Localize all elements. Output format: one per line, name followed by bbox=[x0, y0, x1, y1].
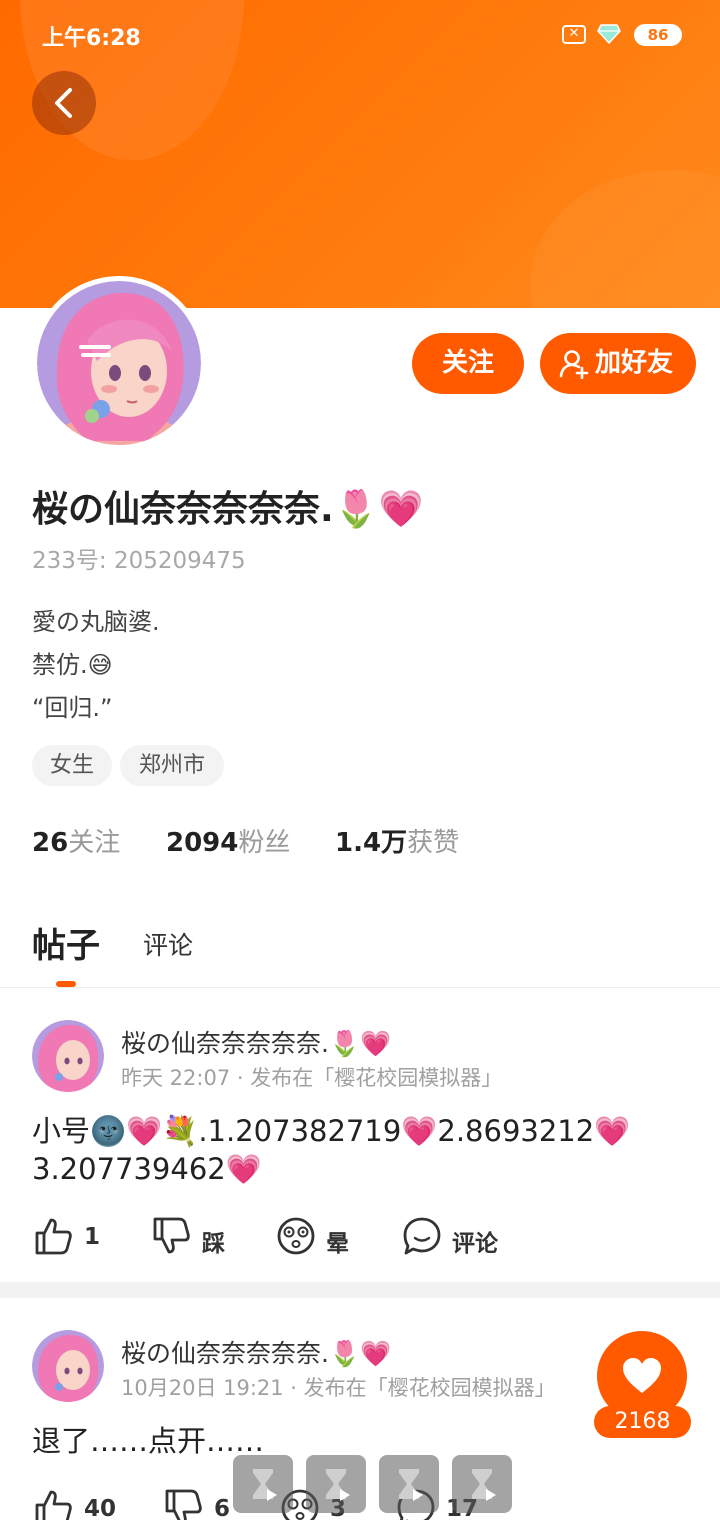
floating-like-count: 2168 bbox=[594, 1406, 691, 1438]
sim-x-icon: ✕ bbox=[562, 25, 586, 44]
comment-bubble-icon bbox=[403, 1217, 441, 1255]
profile-uid: 233号: 205209475 bbox=[32, 548, 246, 574]
post-meta: 昨天 22:07 · 发布在「樱花校园模拟器」 bbox=[121, 1066, 503, 1090]
thumb-up-icon bbox=[35, 1218, 72, 1255]
likes-count: 1.4万 bbox=[335, 828, 408, 858]
comment-label: 评论 bbox=[452, 1231, 498, 1257]
post-text-line: 退了……点开…… bbox=[32, 1424, 265, 1458]
add-friend-button[interactable]: 加好友 bbox=[540, 333, 696, 394]
hourglass-play-icon bbox=[253, 1469, 277, 1501]
profile-username: 桜の仙奈奈奈奈奈.🌷💗 bbox=[32, 489, 424, 530]
post-content: 退了……点开…… bbox=[32, 1422, 264, 1460]
dislike-label: 踩 bbox=[202, 1231, 225, 1257]
dislike-button[interactable]: 踩 bbox=[152, 1216, 232, 1262]
like-count: 1 bbox=[84, 1224, 101, 1250]
post-text-line: 小号🌚💗💐.1.207382719💗2.8693212💗 bbox=[32, 1114, 631, 1148]
post-author-avatar[interactable] bbox=[32, 1020, 104, 1092]
banner-decoration bbox=[530, 170, 720, 308]
chevron-left-icon bbox=[55, 88, 72, 118]
overlay-media-button[interactable] bbox=[452, 1455, 512, 1513]
post-author-avatar[interactable] bbox=[32, 1330, 104, 1402]
thumb-down-icon bbox=[165, 1489, 202, 1520]
following-count: 26 bbox=[32, 828, 69, 858]
follow-button[interactable]: 关注 bbox=[412, 333, 524, 394]
dizzy-button[interactable]: 晕 bbox=[276, 1216, 356, 1262]
bio-line: 愛の丸脑婆. bbox=[32, 608, 160, 636]
following-label: 关注 bbox=[68, 828, 121, 858]
comment-button[interactable]: 评论 bbox=[402, 1216, 512, 1262]
add-user-icon bbox=[559, 350, 589, 379]
avatar-illustration bbox=[37, 281, 201, 445]
hourglass-play-icon bbox=[399, 1469, 423, 1501]
post-content: 小号🌚💗💐.1.207382719💗2.8693212💗 3.207739462… bbox=[32, 1112, 630, 1188]
dislike-button[interactable]: 6 bbox=[164, 1488, 244, 1520]
status-time: 上午6:28 bbox=[42, 26, 141, 51]
profile-avatar[interactable] bbox=[32, 276, 206, 450]
post-text-line: 3.207739462💗 bbox=[32, 1152, 262, 1186]
avatar-illustration bbox=[32, 1020, 104, 1092]
post-author-name[interactable]: 桜の仙奈奈奈奈奈.🌷💗 bbox=[121, 1024, 391, 1060]
back-button[interactable] bbox=[32, 71, 96, 135]
tab-comments[interactable]: 评论 bbox=[143, 926, 193, 962]
overlay-media-button[interactable] bbox=[306, 1455, 366, 1513]
followers-count: 2094 bbox=[166, 828, 239, 858]
overlay-media-button[interactable] bbox=[233, 1455, 293, 1513]
avatar-illustration bbox=[32, 1330, 104, 1402]
bio-line: “回归.” bbox=[32, 694, 113, 722]
add-friend-label: 加好友 bbox=[595, 348, 674, 378]
status-bar: 上午6:28 ✕ 86 bbox=[0, 0, 720, 70]
hourglass-play-icon bbox=[472, 1469, 496, 1501]
tab-posts[interactable]: 帖子 bbox=[32, 918, 100, 967]
heart-icon bbox=[623, 1358, 661, 1393]
likes-stat[interactable]: 1.4万获赞 bbox=[335, 822, 459, 859]
location-tag: 郑州市 bbox=[120, 745, 224, 786]
following-stat[interactable]: 26关注 bbox=[32, 822, 120, 859]
likes-label: 获赞 bbox=[407, 828, 460, 858]
like-button[interactable]: 1 bbox=[34, 1216, 114, 1262]
dizzy-face-icon bbox=[277, 1217, 315, 1255]
gender-tag: 女生 bbox=[32, 745, 112, 786]
dizzy-label: 晕 bbox=[326, 1231, 349, 1257]
hourglass-play-icon bbox=[326, 1469, 350, 1501]
bio-line: 禁仿.😅 bbox=[32, 651, 113, 679]
followers-stat[interactable]: 2094粉丝 bbox=[166, 822, 290, 859]
like-count: 40 bbox=[84, 1496, 117, 1520]
followers-label: 粉丝 bbox=[238, 828, 291, 858]
thumb-down-icon bbox=[153, 1217, 190, 1254]
post-author-name[interactable]: 桜の仙奈奈奈奈奈.🌷💗 bbox=[121, 1334, 391, 1370]
section-divider bbox=[0, 1282, 720, 1298]
post-meta: 10月20日 19:21 · 发布在「樱花校园模拟器」 bbox=[121, 1376, 556, 1400]
thumb-up-icon bbox=[35, 1490, 72, 1520]
overlay-media-button[interactable] bbox=[379, 1455, 439, 1513]
battery-indicator: 86 bbox=[634, 24, 682, 46]
dislike-count: 6 bbox=[214, 1496, 231, 1520]
diamond-icon bbox=[597, 24, 621, 44]
divider bbox=[0, 987, 720, 988]
like-button[interactable]: 40 bbox=[34, 1488, 124, 1520]
